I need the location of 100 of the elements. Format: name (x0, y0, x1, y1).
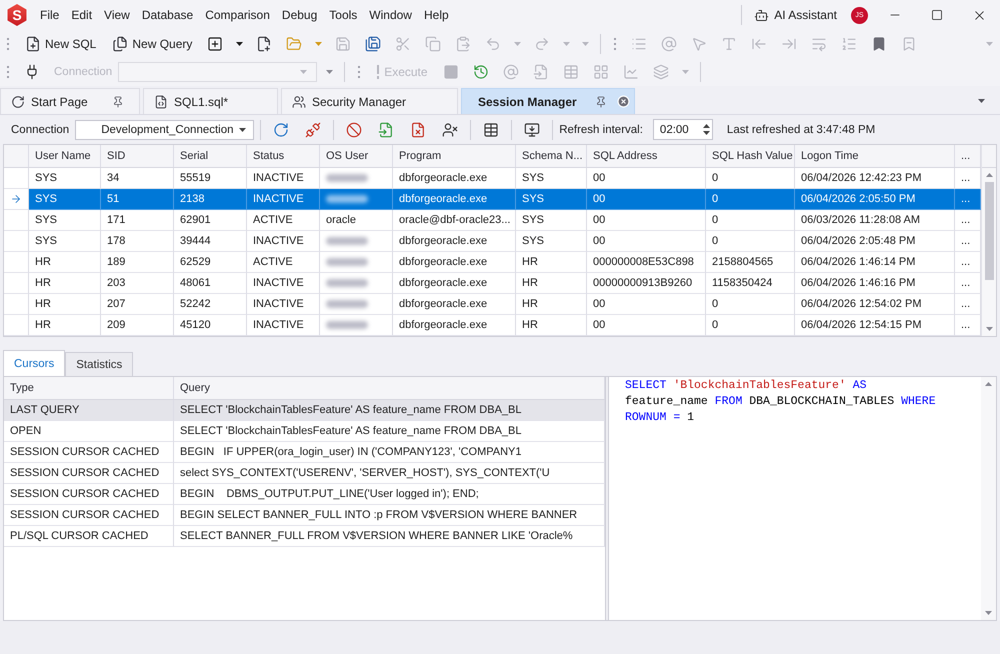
document-tab[interactable]: Security Manager (281, 88, 458, 114)
table-row[interactable]: PL/SQL CURSOR CACHED SELECT BANNER_FULL FROM V$VERSION WHERE BANNER LIKE 'Oracle% (4, 526, 605, 547)
row-selector[interactable] (4, 210, 29, 231)
monitor-down-icon[interactable] (524, 122, 540, 138)
column-header[interactable]: Status (247, 145, 320, 167)
table-row[interactable]: SESSION CURSOR CACHED select SYS_CONTEXT('USERENV', 'SERVER_HOST'), SYS_CONTEXT('U (4, 463, 605, 484)
table-icon[interactable] (483, 122, 500, 138)
table-row[interactable]: HR 189 62529 ACTIVE dbforgeoracle.exe HR 000000008E53C898 2158804565 06/04/2026 1:46:14 PM ... (29, 252, 981, 273)
column-header[interactable]: SQL Hash Value (706, 145, 795, 167)
status-text: Last refreshed at 3:47:48 PM (726, 124, 876, 136)
column-header[interactable]: OS User (320, 145, 393, 167)
panel-tab[interactable]: Statistics (65, 352, 134, 376)
menu-item[interactable]: View (98, 5, 136, 25)
menu-item[interactable]: Debug (276, 5, 324, 25)
folder-open-icon[interactable] (286, 36, 302, 52)
column-header[interactable]: Serial (174, 145, 247, 167)
column-header[interactable]: ... (955, 145, 981, 167)
menu-item[interactable]: Help (418, 5, 455, 25)
column-header[interactable]: Program (393, 145, 516, 167)
files-icon[interactable] (112, 36, 128, 52)
caret-icon[interactable] (978, 99, 985, 103)
column-header[interactable]: Logon Time (795, 145, 955, 167)
row-selector[interactable] (4, 294, 29, 315)
rotate-arrow-icon (11, 94, 25, 108)
table-cell: 0 (706, 315, 795, 336)
column-header[interactable]: SQL Address (587, 145, 706, 167)
new-sql-button[interactable]: New SQL (20, 33, 102, 55)
users-icon (292, 94, 306, 108)
menu-item[interactable]: Comparison (199, 5, 276, 25)
row-selector[interactable] (4, 273, 29, 294)
row-selector[interactable] (4, 252, 29, 273)
table-cell: HR (516, 315, 587, 336)
pin-icon[interactable] (112, 96, 124, 108)
file-plus-icon[interactable] (25, 36, 41, 52)
table-row[interactable]: OPEN SELECT 'BlockchainTablesFeature' AS feature_name FROM DBA_BL (4, 421, 605, 442)
table-row[interactable]: SESSION CURSOR CACHED BEGIN SELECT BANNER_FULL INTO :p FROM V$VERSION WHERE BANNER (4, 505, 605, 526)
assistant-button[interactable]: AI Assistant (748, 4, 843, 26)
panel-tab[interactable]: Cursors (3, 350, 66, 376)
menu-item[interactable]: Tools (323, 5, 364, 25)
grip-icon[interactable] (613, 37, 618, 51)
table-cell: INACTIVE (247, 315, 320, 336)
grip-icon[interactable] (6, 65, 10, 79)
document-tab[interactable]: Session Manager (461, 88, 635, 114)
unplug-icon[interactable] (305, 122, 322, 138)
scroll-up-icon[interactable] (985, 382, 992, 386)
file-x-icon[interactable] (410, 122, 426, 138)
connection-dropdown[interactable]: Development_Connection (75, 120, 254, 140)
scroll-down-icon[interactable] (985, 611, 992, 615)
scroll-down-icon[interactable] (986, 327, 992, 331)
table-row[interactable]: HR 209 45120 INACTIVE dbforgeoracle.exe HR 00 0 06/04/2026 12:54:15 PM ... (29, 315, 981, 336)
menu-item[interactable]: File (34, 5, 66, 25)
column-header[interactable]: SID (101, 145, 174, 167)
floppy-disks-icon[interactable] (365, 36, 382, 52)
spin-up-icon[interactable] (702, 124, 710, 128)
column-header[interactable]: User Name (29, 145, 101, 167)
maximize-icon[interactable] (931, 9, 943, 21)
scroll-up-icon[interactable] (986, 173, 992, 177)
table-row[interactable]: SYS 171 62901 ACTIVE oracle oracle@dbf-oracle23... SYS 00 0 06/03/2026 11:28:08 AM ... (29, 210, 981, 231)
history-icon[interactable] (472, 64, 489, 80)
square-plus-icon[interactable] (207, 36, 224, 52)
caret-icon[interactable] (239, 128, 246, 132)
row-selector[interactable] (4, 231, 29, 252)
file-code-icon (154, 94, 168, 108)
menu-item[interactable]: Edit (65, 5, 98, 25)
caret-icon[interactable] (236, 42, 244, 46)
table-row[interactable]: HR 203 48061 INACTIVE dbforgeoracle.exe HR 00000000913B9260 1158350424 06/04/2026 1:46:16 PM ... (29, 273, 981, 294)
document-tab[interactable]: Start Page (0, 88, 140, 114)
document-tab[interactable]: SQL1.sql* (143, 88, 278, 114)
table-cell: 00 (587, 315, 706, 336)
field-label: Refresh interval: (559, 124, 643, 136)
file-plus-icon[interactable] (256, 36, 272, 52)
column-header[interactable]: Type (4, 377, 174, 399)
row-selector[interactable] (4, 168, 29, 189)
file-input-icon[interactable] (378, 122, 394, 138)
pin-icon[interactable] (594, 96, 607, 108)
table-row[interactable]: SYS 51 2138 INACTIVE dbforgeoracle.exe SYS 00 0 06/04/2026 2:05:50 PM ... (29, 189, 981, 210)
interval-spinner[interactable]: 02:00 (652, 119, 713, 140)
row-selector[interactable] (4, 315, 29, 336)
menu-item[interactable]: Database (136, 5, 200, 25)
grip-icon[interactable] (357, 65, 362, 79)
menu-item[interactable]: Window (363, 5, 418, 25)
table-row[interactable]: SYS 34 55519 INACTIVE dbforgeoracle.exe SYS 00 0 06/04/2026 12:42:23 PM ... (29, 168, 981, 189)
row-selector[interactable] (4, 189, 29, 210)
table-row[interactable]: LAST QUERY SELECT 'BlockchainTablesFeature' AS feature_name FROM DBA_BL (4, 400, 605, 421)
field-label: Connection (11, 124, 70, 136)
new-query-button[interactable]: New Query (107, 33, 198, 55)
grip-icon[interactable] (6, 37, 10, 51)
table-row[interactable]: SESSION CURSOR CACHED BEGIN DBMS_OUTPUT.PUT_LINE('User logged in'); END; (4, 484, 605, 505)
ban-icon[interactable] (346, 122, 362, 138)
scrollbar-thumb[interactable] (984, 182, 994, 280)
table-row[interactable]: SYS 178 39444 INACTIVE dbforgeoracle.exe SYS 00 0 06/04/2026 2:05:48 PM ... (29, 231, 981, 252)
refresh-icon[interactable] (273, 122, 290, 138)
column-header[interactable]: Schema N... (516, 145, 587, 167)
sql-query-text: SELECT 'BlockchainTablesFeature' AS feature_name FROM DBA_BLOCKCHAIN_TABLES WHERE ROWNUM = 1 (624, 378, 937, 426)
table-row[interactable]: SESSION CURSOR CACHED BEGIN IF UPPER(ora_login_user) IN ('COMPANY123', 'COMPANY1 (4, 442, 605, 463)
table-row[interactable]: HR 207 52242 INACTIVE dbforgeoracle.exe HR 00 0 06/04/2026 12:54:02 PM ... (29, 294, 981, 315)
robot-icon[interactable] (754, 8, 770, 22)
spin-down-icon[interactable] (702, 131, 710, 135)
user-x-icon[interactable] (442, 122, 458, 138)
column-header[interactable]: Query (174, 377, 605, 399)
